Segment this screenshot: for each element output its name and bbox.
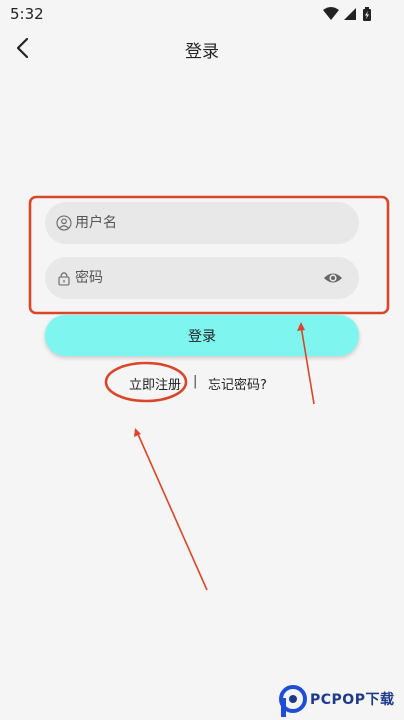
login-button[interactable]: 登录 [45, 315, 359, 356]
username-input[interactable] [75, 202, 315, 244]
status-bar: 5:32 [0, 0, 404, 28]
auth-links: 立即注册 | 忘记密码? [0, 374, 404, 394]
link-divider: | [193, 374, 198, 389]
password-input[interactable] [75, 257, 315, 299]
eye-icon[interactable] [323, 269, 343, 287]
battery-icon [363, 7, 371, 21]
status-icons [323, 7, 371, 21]
watermark: PCPOP下载 [276, 682, 404, 720]
lock-icon [58, 272, 70, 286]
pcpop-logo-icon [279, 685, 307, 717]
user-icon [56, 215, 72, 231]
status-time: 5:32 [10, 5, 44, 23]
watermark-text: PCPOP下载 [310, 692, 395, 708]
username-field[interactable] [45, 202, 359, 244]
annotation-arrow [136, 431, 208, 591]
login-screen: 5:32 登录 用户名 登录 立即注册 | 忘记密码? PCPOP下载 [0, 0, 404, 720]
password-field[interactable] [45, 257, 359, 299]
page-title: 登录 [185, 42, 219, 62]
annotation-overlay [28, 195, 390, 591]
app-bar: 登录 [0, 28, 404, 68]
forgot-password-link[interactable]: 忘记密码? [208, 374, 267, 393]
signal-icon [344, 8, 356, 20]
register-link[interactable]: 立即注册 [129, 374, 181, 393]
annotation-arrow-head [134, 428, 141, 437]
wifi-icon [323, 7, 339, 20]
